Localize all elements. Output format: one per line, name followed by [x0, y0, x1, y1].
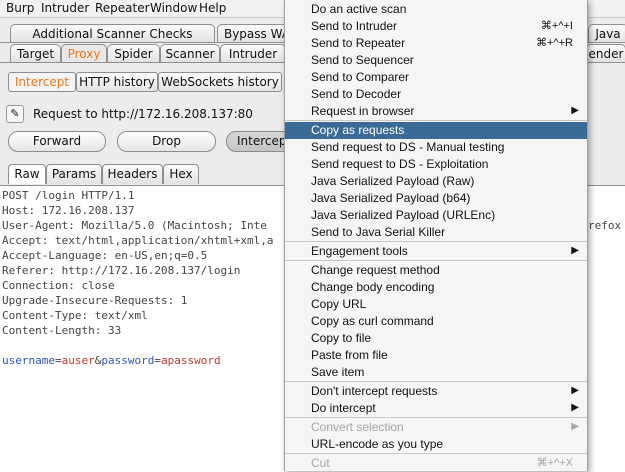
menu-item-copy-as-curl[interactable]: Copy as curl command	[285, 313, 587, 330]
menu-item-java-payload-urlenc[interactable]: Java Serialized Payload (URLEnc)	[285, 207, 587, 224]
request-line: POST /login HTTP/1.1	[2, 189, 135, 202]
menu-separator	[285, 241, 587, 242]
context-menu: Do an active scan Send to Intruder ⌘+^+I …	[284, 0, 588, 471]
tab-sender[interactable]: ender	[586, 44, 625, 62]
menu-separator	[285, 381, 587, 382]
shortcut-label: ⌘+^+X	[536, 457, 573, 469]
tab-java[interactable]: Java	[588, 24, 625, 42]
header-referer: Referer: http://172.16.208.137/login	[2, 264, 241, 277]
header-accept: Accept: text/html,application/xhtml+xml,…	[2, 234, 274, 247]
menu-repeater[interactable]: Repeater	[95, 1, 150, 15]
menu-item-copy-url[interactable]: Copy URL	[285, 296, 587, 313]
menu-item-send-to-decoder[interactable]: Send to Decoder	[285, 86, 587, 103]
param-value-username: auser	[61, 354, 95, 367]
shortcut-label: ⌘+^+R	[536, 37, 573, 49]
menu-item-do-intercept[interactable]: Do intercept ▶	[285, 400, 587, 417]
menu-item-java-payload-b64[interactable]: Java Serialized Payload (b64)	[285, 190, 587, 207]
tab-target[interactable]: Target	[10, 44, 61, 62]
tab-websockets-history[interactable]: WebSockets history	[158, 72, 282, 92]
header-user-agent: User-Agent: Mozilla/5.0 (Macintosh; Inte	[2, 219, 267, 232]
menu-item-cut: Cut ⌘+^+X	[311, 456, 573, 470]
param-name-password: password	[101, 354, 155, 367]
submenu-arrow-icon: ▶	[571, 105, 579, 116]
submenu-arrow-icon: ▶	[571, 385, 579, 396]
menu-separator	[285, 260, 587, 261]
tab-hex[interactable]: Hex	[163, 164, 199, 184]
menu-separator	[285, 453, 587, 454]
header-accept-language: Accept-Language: en-US,en;q=0.5	[2, 249, 208, 262]
param-equals: =	[154, 354, 161, 367]
header-content-length: Content-Length: 33	[2, 324, 122, 337]
submenu-arrow-icon: ▶	[571, 245, 579, 256]
request-target-label: Request to http://172.16.208.137:80	[33, 107, 253, 121]
menu-item-copy-to-file[interactable]: Copy to file	[285, 330, 587, 347]
forward-button[interactable]: Forward	[8, 131, 106, 152]
submenu-arrow-icon: ▶	[571, 402, 579, 413]
menu-item-send-to-sequencer[interactable]: Send to Sequencer	[285, 52, 587, 69]
tab-intercept[interactable]: Intercept	[8, 72, 76, 92]
menu-item-dont-intercept[interactable]: Don't intercept requests ▶	[285, 383, 587, 400]
menu-item-save-item[interactable]: Save item	[285, 364, 587, 381]
menu-intruder[interactable]: Intruder	[41, 1, 89, 15]
header-upgrade-insecure: Upgrade-Insecure-Requests: 1	[2, 294, 188, 307]
menu-item-active-scan[interactable]: Do an active scan	[285, 1, 587, 18]
menu-help[interactable]: Help	[199, 1, 226, 15]
menu-item-ds-manual-testing[interactable]: Send request to DS - Manual testing	[285, 139, 587, 156]
param-value-password: apassword	[160, 354, 221, 367]
menu-separator	[285, 120, 587, 121]
tab-raw[interactable]: Raw	[8, 164, 46, 184]
header-content-type: Content-Type: text/xml	[2, 309, 148, 322]
tab-proxy[interactable]: Proxy	[61, 44, 107, 62]
menu-item-request-in-browser[interactable]: Request in browser ▶	[285, 103, 587, 120]
menu-item-paste-from-file[interactable]: Paste from file	[285, 347, 587, 364]
submenu-arrow-icon: ▶	[571, 421, 579, 432]
header-user-agent-tail: refox	[588, 219, 622, 232]
menu-item-change-request-method[interactable]: Change request method	[285, 262, 587, 279]
header-host: Host: 172.16.208.137	[2, 204, 135, 217]
request-body: username=auser&password=apassword	[2, 353, 221, 368]
menu-window[interactable]: Window	[150, 1, 197, 15]
tab-scanner[interactable]: Scanner	[160, 44, 220, 62]
menu-item-engagement-tools[interactable]: Engagement tools ▶	[285, 243, 587, 260]
param-name-username: username	[2, 354, 55, 367]
menu-item-send-to-intruder[interactable]: Send to Intruder ⌘+^+I	[285, 18, 587, 35]
menu-item-send-to-repeater[interactable]: Send to Repeater ⌘+^+R	[285, 35, 587, 52]
tab-params[interactable]: Params	[46, 164, 102, 184]
param-equals: =	[54, 354, 62, 367]
tab-http-history[interactable]: HTTP history	[76, 72, 158, 92]
menu-item-change-body-encoding[interactable]: Change body encoding	[285, 279, 587, 296]
header-connection: Connection: close	[2, 279, 115, 292]
menu-burp[interactable]: Burp	[6, 1, 34, 15]
menu-item-url-encode-as-you-type[interactable]: URL-encode as you type	[285, 436, 587, 453]
menu-separator	[285, 417, 587, 418]
menu-item-send-to-comparer[interactable]: Send to Comparer	[285, 69, 587, 86]
tab-additional-scanner-checks[interactable]: Additional Scanner Checks	[10, 24, 215, 42]
tab-intruder[interactable]: Intruder	[220, 44, 286, 62]
menu-item-copy-as-requests[interactable]: Copy as requests	[285, 122, 587, 139]
menu-item-ds-exploitation[interactable]: Send request to DS - Exploitation	[285, 156, 587, 173]
menu-item-java-serial-killer[interactable]: Send to Java Serial Killer	[285, 224, 587, 241]
tab-spider[interactable]: Spider	[107, 44, 160, 62]
menu-item-java-payload-raw[interactable]: Java Serialized Payload (Raw)	[285, 173, 587, 190]
tab-headers[interactable]: Headers	[102, 164, 163, 184]
shortcut-label: ⌘+^+I	[540, 20, 573, 32]
drop-button[interactable]: Drop	[117, 131, 216, 152]
pencil-icon[interactable]: ✎	[6, 105, 24, 123]
menu-item-convert-selection: Convert selection ▶	[311, 420, 579, 434]
